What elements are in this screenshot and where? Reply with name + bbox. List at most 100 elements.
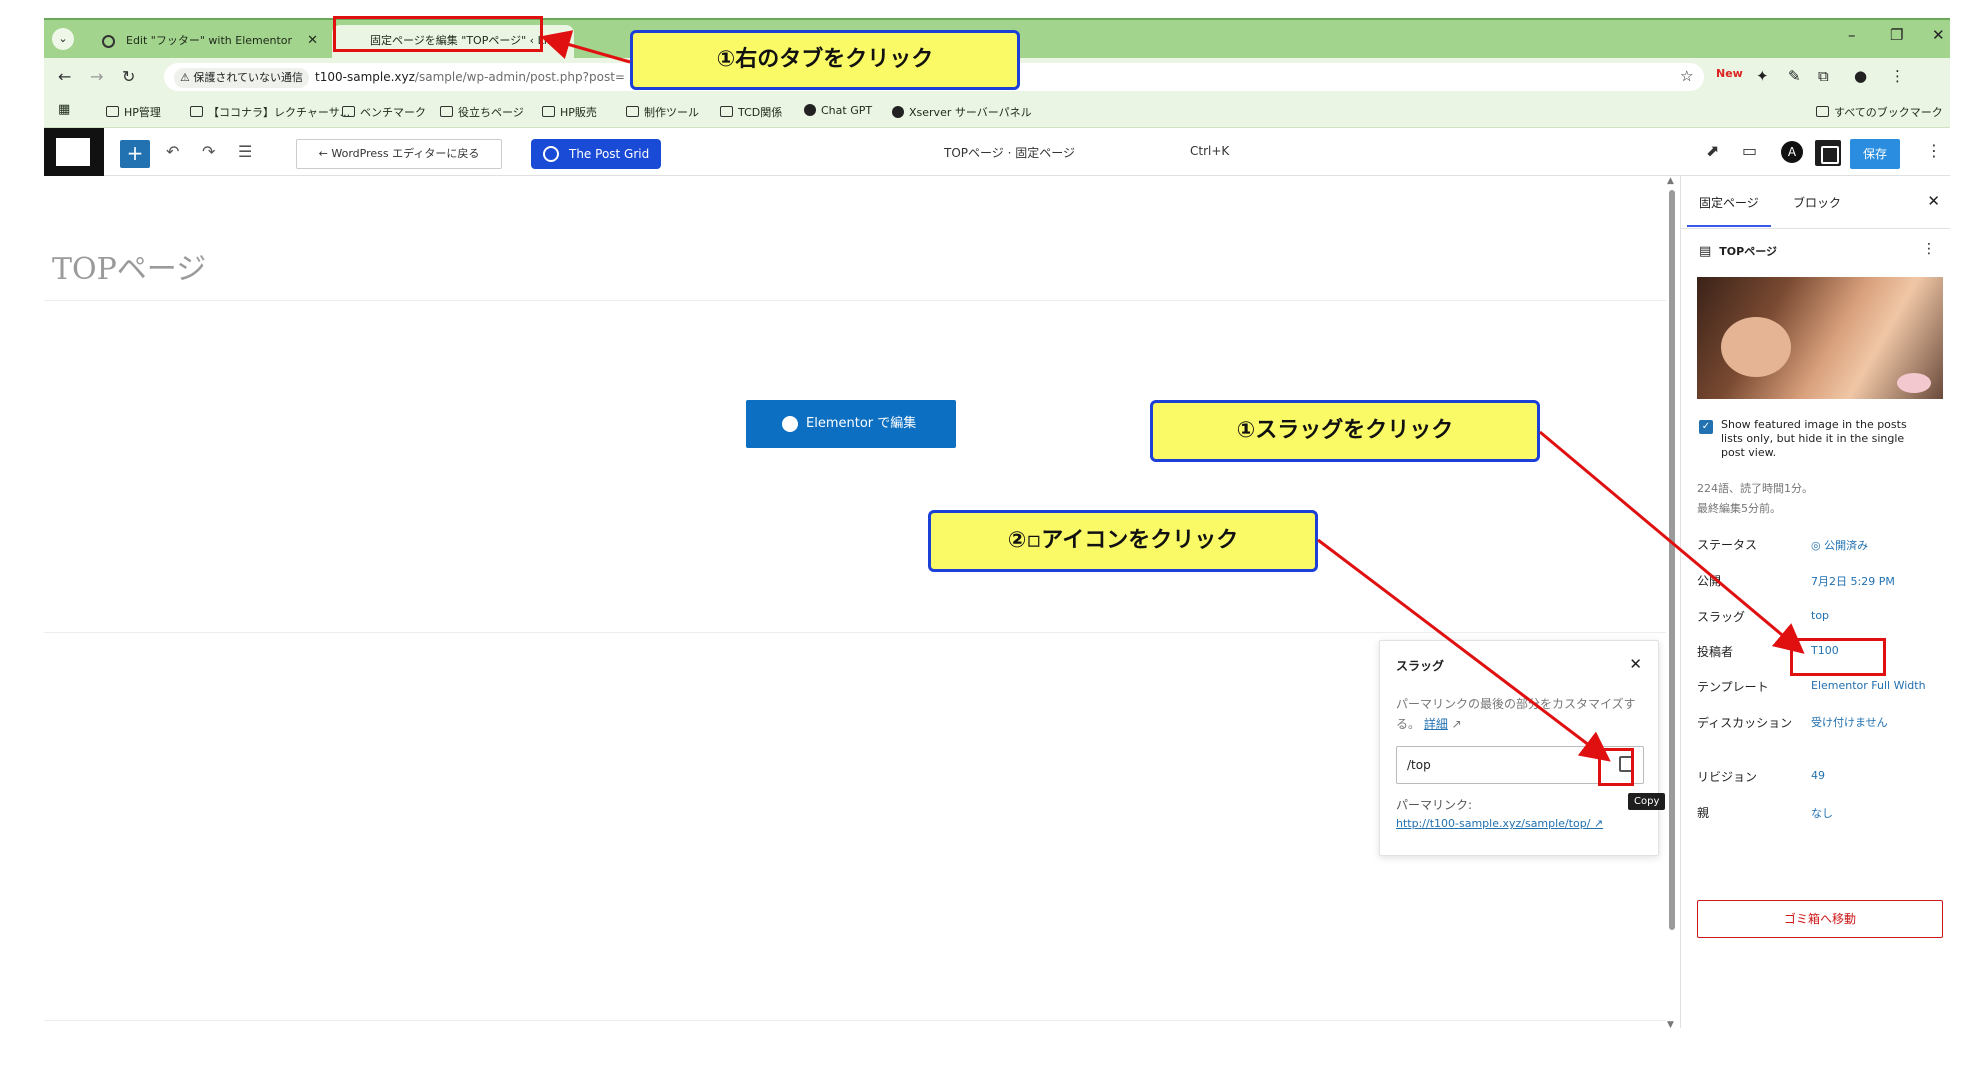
- block-inserter-button[interactable]: +: [120, 140, 150, 168]
- permalink-url-link[interactable]: http://t100-sample.xyz/sample/top/ ↗: [1396, 817, 1642, 830]
- image-flower: [1897, 373, 1931, 393]
- elementor-button-label: Elementor で編集: [806, 416, 917, 431]
- reload-icon[interactable]: ↻: [122, 67, 135, 86]
- divider: [44, 632, 1666, 633]
- chatgpt-icon: [804, 104, 816, 116]
- bookmark-label: Xserver サーバーパネル: [909, 106, 1032, 119]
- all-bookmarks[interactable]: すべてのブックマーク: [1816, 104, 1943, 120]
- scrollbar-thumb[interactable]: [1669, 190, 1675, 930]
- restore-icon[interactable]: ❐: [1890, 26, 1903, 44]
- document-actions-icon[interactable]: ⋮: [1922, 241, 1936, 257]
- tab-page[interactable]: 固定ページ: [1687, 194, 1771, 227]
- bookmark-item[interactable]: TCD関係: [720, 104, 782, 120]
- forward-arrow-icon[interactable]: →: [90, 67, 103, 86]
- featured-image-checkbox[interactable]: ✓: [1699, 420, 1713, 434]
- details-link[interactable]: 詳細: [1424, 717, 1448, 731]
- settings-sidebar-toggle-icon[interactable]: [1815, 140, 1841, 166]
- callout-click-tab: ①右のタブをクリック: [630, 30, 1020, 90]
- parent-label: 親: [1697, 806, 1710, 820]
- tab-elementor-footer[interactable]: Edit "フッター" with Elementor ✕: [88, 25, 328, 60]
- copy-tooltip: Copy: [1628, 793, 1666, 810]
- window-close-icon[interactable]: ✕: [1932, 26, 1945, 44]
- close-sidebar-icon[interactable]: ✕: [1927, 192, 1940, 210]
- close-icon[interactable]: ✕: [1629, 655, 1642, 673]
- extension-new-icon[interactable]: New: [1716, 67, 1743, 80]
- featured-image-checkbox-label: Show featured image in the posts lists o…: [1721, 418, 1907, 459]
- move-to-trash-button[interactable]: ゴミ箱へ移動: [1697, 900, 1943, 938]
- bookmark-item[interactable]: HP管理: [106, 104, 161, 120]
- word-count: 224語、読了時間1分。: [1697, 482, 1813, 495]
- status-value[interactable]: ◎ 公開済み: [1811, 537, 1868, 553]
- tab-favicon-icon: [102, 35, 115, 48]
- canvas-scrollbar[interactable]: ▲ ▼: [1667, 176, 1676, 1028]
- bookmark-xserver[interactable]: Xserver サーバーパネル: [892, 104, 1032, 120]
- browser-menu-icon[interactable]: ⋮: [1890, 67, 1905, 85]
- minimize-icon[interactable]: –: [1848, 26, 1856, 44]
- document-name: TOPページ: [1699, 243, 1777, 259]
- document-overview-icon[interactable]: ☰: [238, 142, 252, 161]
- settings-sidebar: 固定ページ ブロック ✕ TOPページ ⋮ ✓ Show featured im…: [1680, 176, 1950, 1028]
- bookmark-item[interactable]: 制作ツール: [626, 104, 699, 120]
- site-icon: [56, 138, 90, 166]
- revisions-value[interactable]: 49: [1811, 769, 1825, 782]
- url-path: /sample/wp-admin/post.php?post=: [414, 70, 625, 84]
- discussion-label: ディスカッション: [1697, 716, 1793, 730]
- plugin-a-icon[interactable]: A: [1781, 141, 1803, 163]
- security-badge-label: 保護されていない通信: [193, 71, 304, 84]
- options-menu-icon[interactable]: ⋮: [1926, 141, 1942, 160]
- back-to-wordpress-editor-button[interactable]: ← WordPress エディターに戻る: [296, 139, 502, 169]
- permalink-label: パーマリンク:: [1396, 798, 1473, 812]
- status-label: ステータス: [1697, 538, 1758, 552]
- xserver-icon: [892, 106, 904, 118]
- divider: [44, 1020, 1666, 1021]
- featured-image[interactable]: [1697, 277, 1943, 399]
- document-title[interactable]: TOPページ · 固定ページ: [944, 144, 1075, 161]
- callout-click-copy-icon: ②▫アイコンをクリック: [928, 510, 1318, 572]
- callout-click-slug: ①スラッグをクリック: [1150, 400, 1540, 462]
- tab-block[interactable]: ブロック: [1793, 194, 1841, 211]
- bookmark-star-icon[interactable]: ☆: [1680, 67, 1693, 85]
- bookmark-chatgpt[interactable]: Chat GPT: [804, 104, 872, 117]
- template-value[interactable]: Elementor Full Width: [1811, 679, 1926, 692]
- extension-icon[interactable]: ✦: [1756, 67, 1769, 85]
- redo-icon[interactable]: ↷: [202, 142, 215, 161]
- puzzle-extension-icon[interactable]: ⧉: [1818, 67, 1829, 85]
- apps-grid-icon[interactable]: ▦: [58, 102, 70, 117]
- bookmark-item[interactable]: 役立ちページ: [440, 104, 524, 120]
- slug-popover-title: スラッグ: [1396, 659, 1445, 673]
- divider: [1681, 228, 1950, 229]
- back-arrow-icon[interactable]: ←: [58, 67, 71, 86]
- editor-canvas: TOPページ Elementor で編集 ▲ ▼: [44, 176, 1675, 1028]
- slug-value[interactable]: top: [1811, 609, 1829, 622]
- tab-close-icon[interactable]: ✕: [553, 25, 564, 57]
- permalink-url: http://t100-sample.xyz/sample/top/: [1396, 817, 1591, 830]
- post-grid-icon: [543, 146, 559, 162]
- site-logo-button[interactable]: [44, 128, 104, 176]
- url-host: t100-sample.xyz: [315, 70, 415, 84]
- scroll-down-icon[interactable]: ▼: [1667, 1020, 1674, 1028]
- revisions-label: リビジョン: [1697, 770, 1758, 784]
- bookmark-item[interactable]: HP販売: [542, 104, 597, 120]
- tab-close-icon[interactable]: ✕: [307, 25, 318, 57]
- tab-label: Edit "フッター" with Elementor: [126, 34, 293, 47]
- command-shortcut: Ctrl+K: [1190, 144, 1230, 158]
- scroll-up-icon[interactable]: ▲: [1667, 176, 1674, 186]
- tab-search-chevron-icon[interactable]: ⌄: [52, 28, 74, 50]
- post-grid-button[interactable]: The Post Grid: [531, 139, 661, 169]
- page-title[interactable]: TOPページ: [52, 244, 206, 288]
- edit-with-elementor-button[interactable]: Elementor で編集: [746, 400, 956, 448]
- security-badge[interactable]: ⚠ 保護されていない通信: [174, 68, 310, 88]
- device-preview-icon[interactable]: ▭: [1742, 141, 1757, 160]
- save-button[interactable]: 保存: [1850, 139, 1900, 169]
- slug-highlight-box: [1790, 638, 1886, 676]
- discussion-value[interactable]: 受け付けません: [1811, 714, 1888, 730]
- eyedropper-icon[interactable]: ✎: [1788, 67, 1801, 85]
- parent-value[interactable]: なし: [1811, 805, 1833, 821]
- undo-icon[interactable]: ↶: [166, 142, 179, 161]
- view-page-icon[interactable]: ⬈: [1706, 141, 1719, 160]
- copy-icon-highlight-box: [1598, 748, 1634, 786]
- publish-value[interactable]: 7月2日 5:29 PM: [1811, 573, 1895, 589]
- bookmark-item[interactable]: 【ココナラ】レクチャーサ...: [190, 104, 350, 120]
- bookmark-item[interactable]: ベンチマーク: [342, 104, 426, 120]
- profile-avatar-icon[interactable]: ●: [1854, 67, 1867, 85]
